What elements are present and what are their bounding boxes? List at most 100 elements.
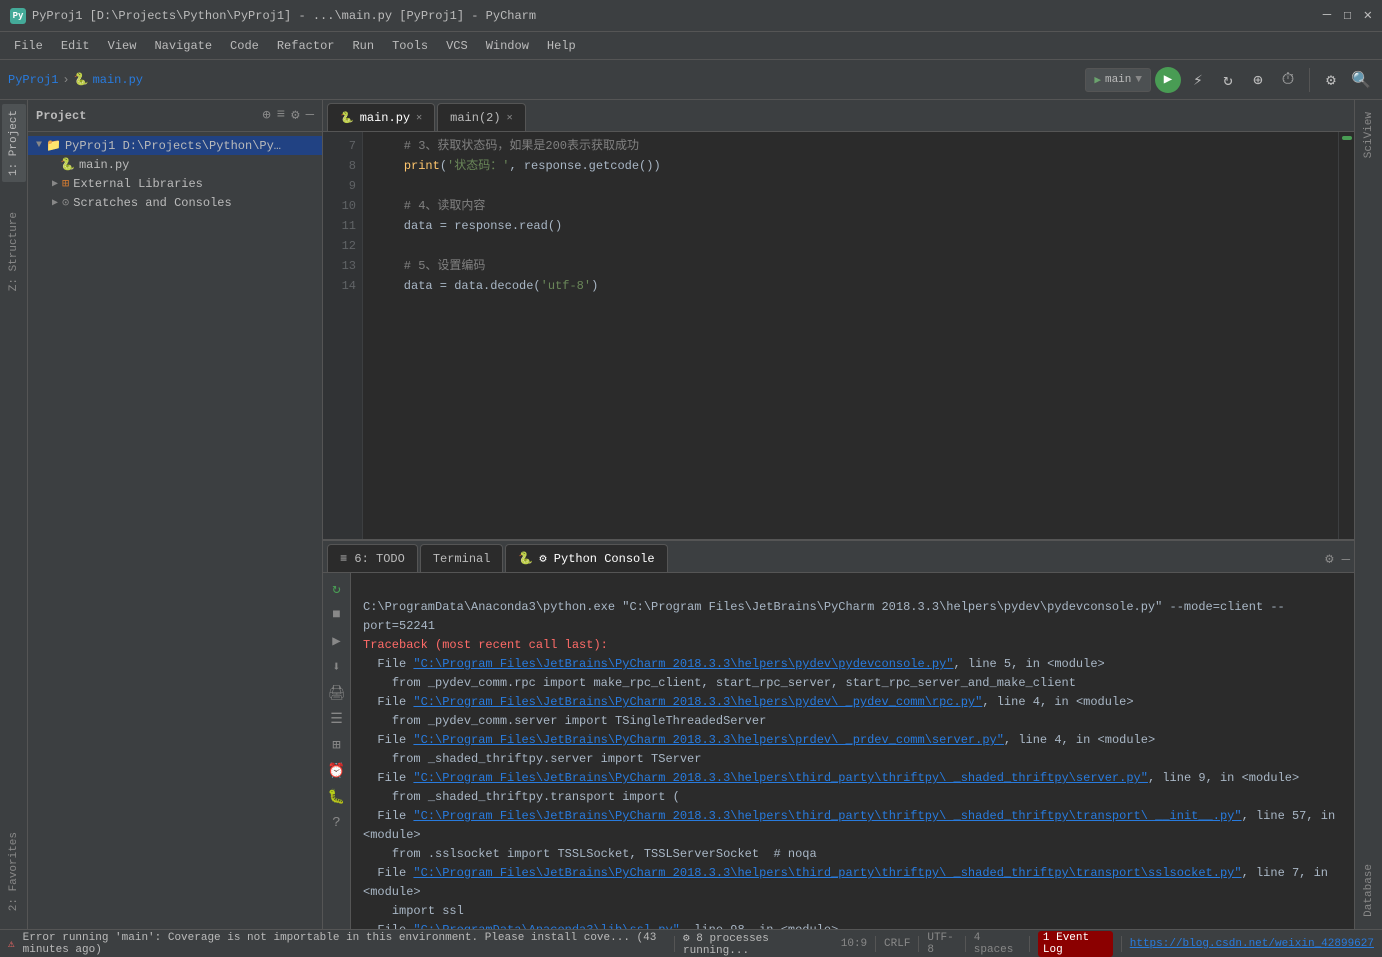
tree-label-scratches: Scratches and Consoles (73, 196, 231, 210)
console-settings-icon[interactable]: ⚙ (1325, 551, 1333, 568)
menu-help[interactable]: Help (539, 36, 584, 56)
error-count: 1 (1043, 932, 1050, 944)
console-trace-3: File "C:\Program Files\JetBrains\PyCharm… (363, 695, 1134, 709)
console-minimize-icon[interactable]: — (1342, 552, 1350, 568)
line-num-8: 8 (329, 156, 356, 176)
coverage-button[interactable]: ⊕ (1245, 67, 1271, 93)
status-crlf[interactable]: CRLF (884, 938, 910, 950)
search-button[interactable]: 🔍 (1348, 67, 1374, 93)
bottom-tab-todo[interactable]: ≡ 6: TODO (327, 544, 418, 572)
left-tool-strip: 1: Project Z: Structure 2: Favorites (0, 100, 28, 929)
menu-edit[interactable]: Edit (53, 36, 98, 56)
code-line-13: # 5、设置编码 (375, 259, 485, 273)
run-config-label: main (1105, 74, 1131, 86)
console-help-icon[interactable]: ? (325, 811, 349, 835)
run-config-chevron: ▼ (1135, 74, 1142, 86)
menu-navigate[interactable]: Navigate (146, 36, 220, 56)
window-title: PyProj1 [D:\Projects\Python\PyProj1] - .… (32, 9, 536, 23)
profile-button[interactable]: ⏱ (1275, 67, 1301, 93)
tab-label-main-py: main.py (360, 111, 410, 125)
sidebar-settings-icon[interactable]: ⚙ (291, 107, 299, 124)
console-link-3[interactable]: "C:\Program Files\JetBrains\PyCharm 2018… (413, 733, 1004, 747)
tab-close-main-py[interactable]: ✕ (416, 112, 422, 124)
event-log-badge[interactable]: 1 Event Log (1038, 931, 1113, 957)
line-num-11: 11 (329, 216, 356, 236)
run-config-button[interactable]: ▶ main ▼ (1085, 68, 1151, 92)
status-sep-5 (1029, 936, 1030, 952)
editor-tab-main-py[interactable]: 🐍 main.py ✕ (327, 103, 435, 131)
menu-refactor[interactable]: Refactor (269, 36, 343, 56)
maximize-button[interactable]: ☐ (1343, 7, 1351, 24)
tree-chevron-root: ▼ (36, 140, 42, 151)
status-link[interactable]: https://blog.csdn.net/weixin_42899627 (1130, 938, 1374, 950)
menu-window[interactable]: Window (478, 36, 537, 56)
status-error-text: Error running 'main': Coverage is not im… (23, 932, 667, 956)
console-link-5[interactable]: "C:\Program Files\JetBrains\PyCharm 2018… (413, 809, 1241, 823)
status-sep-1 (674, 936, 675, 952)
console-print-icon[interactable]: 🖨 (325, 681, 349, 705)
menu-run[interactable]: Run (344, 36, 382, 56)
menu-code[interactable]: Code (222, 36, 267, 56)
status-sep-3 (918, 936, 919, 952)
console-link-7[interactable]: "C:\ProgramData\Anaconda3\lib\ssl.py" (413, 923, 679, 929)
console-link-1[interactable]: "C:\Program Files\JetBrains\PyCharm 2018… (413, 657, 953, 671)
sidebar-header-icons: ⊕ ≡ ⚙ — (262, 107, 314, 124)
status-processes[interactable]: ⚙ 8 processes running... (683, 931, 825, 957)
tree-item-main-py[interactable]: 🐍 main.py (28, 155, 322, 174)
tree-item-root[interactable]: ▼ 📁 PyProj1 D:\Projects\Python\Py… (28, 136, 322, 155)
bottom-tab-python-console[interactable]: 🐍 ⚙ Python Console (505, 544, 667, 572)
console-link-2[interactable]: "C:\Program Files\JetBrains\PyCharm 2018… (413, 695, 982, 709)
rerun-button[interactable]: ↻ (1215, 67, 1241, 93)
sciview-tab[interactable]: SciView (1359, 104, 1379, 166)
tab-label-python-console: ⚙ Python Console (539, 551, 654, 566)
console-filter-icon[interactable]: ☰ (325, 707, 349, 731)
tab-close-main2[interactable]: ✕ (507, 112, 513, 124)
window-controls[interactable]: — ☐ ✕ (1323, 7, 1372, 24)
debug-button[interactable]: ⚡ (1185, 67, 1211, 93)
bottom-tab-terminal[interactable]: Terminal (420, 544, 504, 572)
menu-file[interactable]: File (6, 36, 51, 56)
build-button[interactable]: ⚙ (1318, 67, 1344, 93)
minimize-button[interactable]: — (1323, 7, 1331, 24)
database-tab[interactable]: Database (1359, 856, 1379, 925)
console-run-icon[interactable]: ▶ (325, 629, 349, 653)
menu-tools[interactable]: Tools (384, 36, 436, 56)
console-cmd-line: C:\ProgramData\Anaconda3\python.exe "C:\… (363, 600, 1285, 633)
console-link-6[interactable]: "C:\Program Files\JetBrains\PyCharm 2018… (413, 866, 1241, 880)
console-debug-icon[interactable]: 🐛 (325, 785, 349, 809)
console-link-4[interactable]: "C:\Program Files\JetBrains\PyCharm 2018… (413, 771, 1148, 785)
console-stop-icon[interactable]: ■ (325, 603, 349, 627)
status-indent[interactable]: 4 spaces (974, 932, 1021, 956)
favorites-tab[interactable]: 2: Favorites (2, 826, 26, 917)
tree-item-ext-lib[interactable]: ▶ ⊞ External Libraries (28, 174, 322, 193)
toolbar-project-label[interactable]: PyProj1 (8, 73, 58, 87)
editor-area: 🐍 main.py ✕ main(2) ✕ 7 8 9 10 11 12 (323, 100, 1354, 539)
project-panel-tab[interactable]: 1: Project (2, 104, 26, 182)
toolbar-file-label[interactable]: main.py (93, 73, 143, 87)
right-gutter (1338, 132, 1354, 539)
menu-view[interactable]: View (100, 36, 145, 56)
sidebar-minimize-icon[interactable]: — (306, 107, 314, 124)
tree-item-scratches[interactable]: ▶ ⊙ Scratches and Consoles (28, 193, 322, 212)
console-scroll-icon[interactable]: ⬇ (325, 655, 349, 679)
status-charset[interactable]: UTF-8 (927, 932, 957, 956)
sidebar-add-icon[interactable]: ⊕ (262, 107, 270, 124)
console-rerun-icon[interactable]: ↻ (325, 577, 349, 601)
line-num-9: 9 (329, 176, 356, 196)
console-compare-icon[interactable]: ⊞ (325, 733, 349, 757)
run-config-icon: ▶ (1094, 73, 1101, 87)
menu-vcs[interactable]: VCS (438, 36, 476, 56)
project-tree: ▼ 📁 PyProj1 D:\Projects\Python\Py… 🐍 mai… (28, 132, 322, 929)
structure-tab[interactable]: Z: Structure (2, 206, 26, 297)
toolbar: PyProj1 › 🐍 main.py ▶ main ▼ ▶ ⚡ ↻ ⊕ ⏱ ⚙… (0, 60, 1382, 100)
sidebar-filter-icon[interactable]: ≡ (277, 107, 285, 124)
console-trace-10: from .sslsocket import TSSLSocket, TSSLS… (363, 847, 817, 861)
console-trace-5: File "C:\Program Files\JetBrains\PyCharm… (363, 733, 1155, 747)
right-sidebar: SciView Database (1354, 100, 1382, 929)
sidebar-header: Project ⊕ ≡ ⚙ — (28, 100, 322, 132)
editor-tab-main2[interactable]: main(2) ✕ (437, 103, 525, 131)
console-clock-icon[interactable]: ⏰ (325, 759, 349, 783)
run-button[interactable]: ▶ (1155, 67, 1181, 93)
code-content[interactable]: # 3、获取状态码，如果是200表示获取成功 print('状态码：', res… (363, 132, 1338, 539)
close-button[interactable]: ✕ (1364, 7, 1372, 24)
